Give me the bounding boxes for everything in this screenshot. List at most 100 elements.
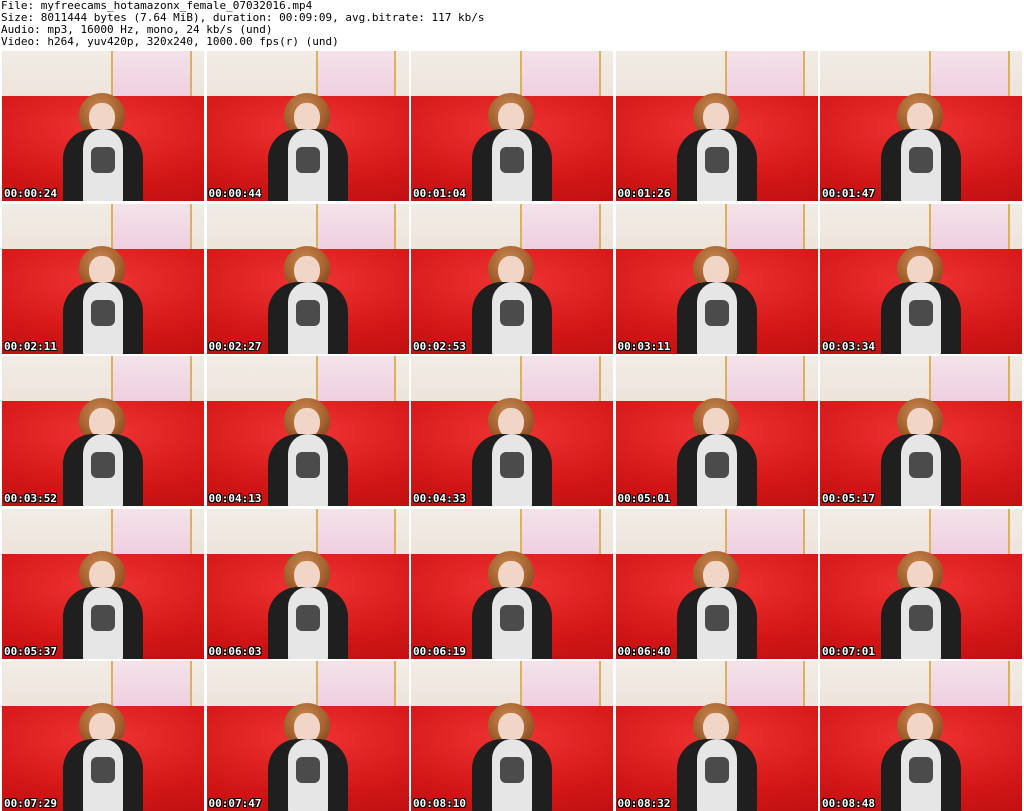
thumbnail-timestamp: 00:05:37 bbox=[4, 644, 57, 658]
thumbnail-timestamp: 00:04:33 bbox=[413, 492, 466, 505]
video-thumbnail: 00:06:03 bbox=[206, 508, 409, 659]
person bbox=[669, 697, 765, 811]
shirt-print bbox=[500, 452, 524, 478]
person bbox=[669, 545, 765, 659]
audio-info-line: Audio: mp3, 16000 Hz, mono, 24 kb/s (und… bbox=[1, 24, 273, 36]
shirt bbox=[63, 434, 143, 506]
person bbox=[55, 87, 151, 201]
thumbnail-timestamp: 00:06:03 bbox=[208, 644, 262, 658]
person bbox=[260, 392, 356, 506]
person bbox=[55, 697, 151, 811]
thumbnail-grid: 00:00:24 00:00:44 00:01:04 00:01:26 00:0… bbox=[2, 51, 1022, 811]
person bbox=[55, 392, 151, 506]
video-thumbnail: 00:02:11 bbox=[2, 203, 204, 354]
thumbnail-timestamp: 00:08:10 bbox=[413, 797, 466, 810]
shirt-print bbox=[704, 147, 729, 173]
video-thumbnail: 00:05:37 bbox=[2, 508, 204, 659]
shirt-print bbox=[295, 604, 320, 631]
thumbnail-timestamp: 00:07:29 bbox=[4, 797, 57, 810]
shirt-print bbox=[295, 299, 320, 326]
shirt bbox=[472, 586, 552, 659]
thumbnail-timestamp: 00:03:34 bbox=[822, 339, 875, 353]
shirt-print bbox=[500, 604, 524, 631]
person bbox=[464, 545, 560, 659]
person bbox=[464, 240, 560, 354]
shirt-print bbox=[704, 604, 729, 631]
video-thumbnail: 00:08:10 bbox=[411, 661, 613, 811]
thumbnail-timestamp: 00:04:13 bbox=[208, 492, 262, 505]
shirt-print bbox=[91, 299, 115, 326]
video-thumbnail: 00:01:04 bbox=[411, 51, 613, 201]
person bbox=[55, 545, 151, 659]
person bbox=[260, 240, 356, 354]
shirt-print bbox=[295, 452, 320, 478]
video-thumbnail: 00:05:17 bbox=[820, 356, 1022, 506]
shirt bbox=[63, 586, 143, 659]
shirt-print bbox=[704, 299, 729, 326]
person bbox=[260, 87, 356, 201]
person bbox=[669, 240, 765, 354]
shirt bbox=[676, 281, 757, 354]
shirt-print bbox=[295, 757, 320, 783]
person bbox=[873, 697, 969, 811]
person bbox=[464, 697, 560, 811]
shirt bbox=[676, 434, 757, 506]
video-thumbnail: 00:07:01 bbox=[820, 508, 1022, 659]
shirt-print bbox=[704, 452, 729, 478]
video-thumbnail: 00:02:53 bbox=[411, 203, 613, 354]
shirt-print bbox=[909, 604, 933, 631]
thumbnail-timestamp: 00:06:19 bbox=[413, 644, 466, 658]
shirt-print bbox=[91, 757, 115, 783]
person bbox=[55, 240, 151, 354]
shirt bbox=[63, 739, 143, 811]
shirt bbox=[881, 739, 961, 811]
person bbox=[873, 87, 969, 201]
video-thumbnail: 00:06:40 bbox=[615, 508, 818, 659]
thumbnail-timestamp: 00:07:47 bbox=[208, 797, 262, 810]
person bbox=[260, 697, 356, 811]
thumbnail-timestamp: 00:02:27 bbox=[208, 339, 262, 353]
shirt bbox=[267, 281, 348, 354]
shirt-print bbox=[500, 299, 524, 326]
thumbnail-timestamp: 00:08:32 bbox=[617, 797, 671, 810]
person bbox=[873, 545, 969, 659]
shirt-print bbox=[909, 757, 933, 783]
thumbnail-timestamp: 00:02:53 bbox=[413, 339, 466, 353]
file-name-line: File: myfreecams_hotamazonx_female_07032… bbox=[1, 0, 313, 12]
shirt bbox=[676, 129, 757, 201]
shirt-print bbox=[909, 299, 933, 326]
shirt bbox=[676, 586, 757, 659]
video-thumbnail: 00:01:47 bbox=[820, 51, 1022, 201]
thumbnail-timestamp: 00:05:17 bbox=[822, 492, 875, 505]
video-thumbnail: 00:04:33 bbox=[411, 356, 613, 506]
person bbox=[873, 240, 969, 354]
shirt-print bbox=[909, 452, 933, 478]
shirt-print bbox=[91, 604, 115, 631]
video-thumbnail: 00:06:19 bbox=[411, 508, 613, 659]
video-thumbnail: 00:07:47 bbox=[206, 661, 409, 811]
shirt-print bbox=[500, 757, 524, 783]
thumbnail-timestamp: 00:08:48 bbox=[822, 797, 875, 810]
thumbnail-timestamp: 00:07:01 bbox=[822, 644, 875, 658]
shirt-print bbox=[91, 452, 115, 478]
thumbnail-timestamp: 00:01:26 bbox=[617, 187, 671, 200]
video-info-line: Video: h264, yuv420p, 320x240, 1000.00 f… bbox=[1, 36, 339, 48]
video-thumbnail: 00:03:34 bbox=[820, 203, 1022, 354]
shirt bbox=[267, 129, 348, 201]
thumbnail-timestamp: 00:01:04 bbox=[413, 187, 466, 200]
person bbox=[669, 392, 765, 506]
thumbnail-timestamp: 00:03:52 bbox=[4, 492, 57, 505]
shirt bbox=[472, 281, 552, 354]
thumbnail-timestamp: 00:02:11 bbox=[4, 339, 57, 353]
shirt bbox=[267, 739, 348, 811]
shirt-print bbox=[704, 757, 729, 783]
person bbox=[669, 87, 765, 201]
shirt bbox=[63, 281, 143, 354]
shirt-print bbox=[500, 147, 524, 173]
file-info-header: File: myfreecams_hotamazonx_female_07032… bbox=[1, 0, 1021, 50]
shirt bbox=[676, 739, 757, 811]
shirt bbox=[881, 281, 961, 354]
video-thumbnail: 00:08:48 bbox=[820, 661, 1022, 811]
file-size-line: Size: 8011444 bytes (7.64 MiB), duration… bbox=[1, 12, 485, 24]
thumbnail-timestamp: 00:03:11 bbox=[617, 339, 671, 353]
